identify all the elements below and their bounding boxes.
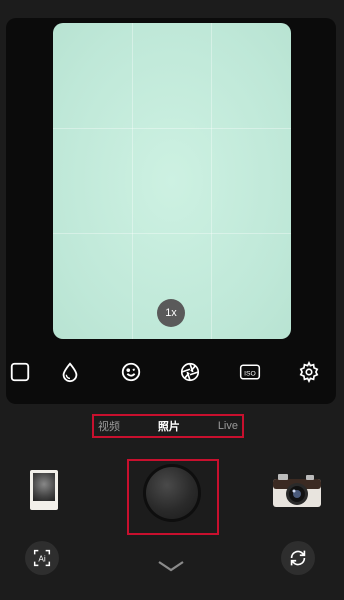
mode-photo[interactable]: 照片 [158,418,180,434]
grid-line [211,23,212,339]
grid-line [53,233,291,234]
camera-style-icon[interactable] [272,471,322,509]
viewfinder[interactable] [53,23,291,339]
photo-preview [33,473,55,501]
iso-label: ISO [244,370,256,377]
smile-face-icon[interactable] [119,360,143,384]
drop-icon[interactable] [58,360,82,384]
grid-line [132,23,133,339]
mode-video[interactable]: 视频 [98,418,120,434]
switch-camera-button[interactable] [281,541,315,575]
mode-live[interactable]: Live [218,420,238,432]
shutter-button[interactable] [143,464,201,522]
chevron-down-icon[interactable] [156,558,186,574]
aspect-ratio-icon[interactable] [8,360,32,384]
mode-selector[interactable]: 视频 照片 Live [92,414,244,438]
ai-button[interactable]: Ai [25,541,59,575]
iso-icon[interactable]: ISO [237,360,263,384]
shutter-inner [146,467,198,519]
gear-icon[interactable] [297,360,321,384]
aperture-icon[interactable] [178,360,202,384]
ai-label: Ai [38,555,46,564]
gallery-thumbnail[interactable] [30,470,58,510]
grid-line [53,128,291,129]
zoom-button[interactable]: 1x [157,299,185,327]
